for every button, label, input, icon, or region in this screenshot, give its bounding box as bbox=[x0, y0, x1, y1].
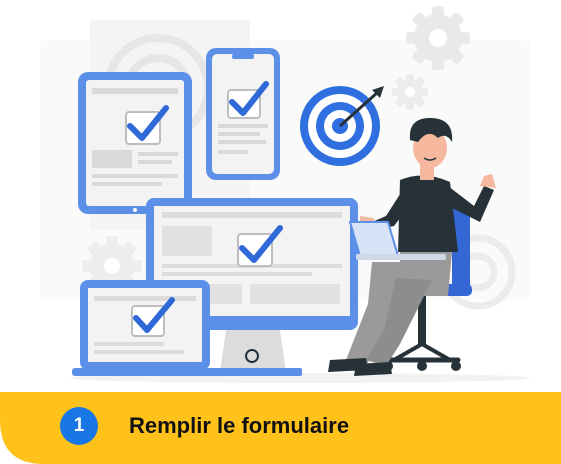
form-illustration bbox=[40, 6, 530, 383]
onboarding-step-card: 1 Remplir le formulaire bbox=[0, 0, 561, 464]
gear-icon bbox=[406, 6, 470, 70]
check-icon bbox=[227, 81, 269, 119]
step-title: Remplir le formulaire bbox=[129, 413, 350, 438]
step-number-badge: 1 bbox=[60, 407, 98, 445]
check-icon bbox=[125, 105, 169, 145]
gear-icon bbox=[392, 74, 428, 110]
